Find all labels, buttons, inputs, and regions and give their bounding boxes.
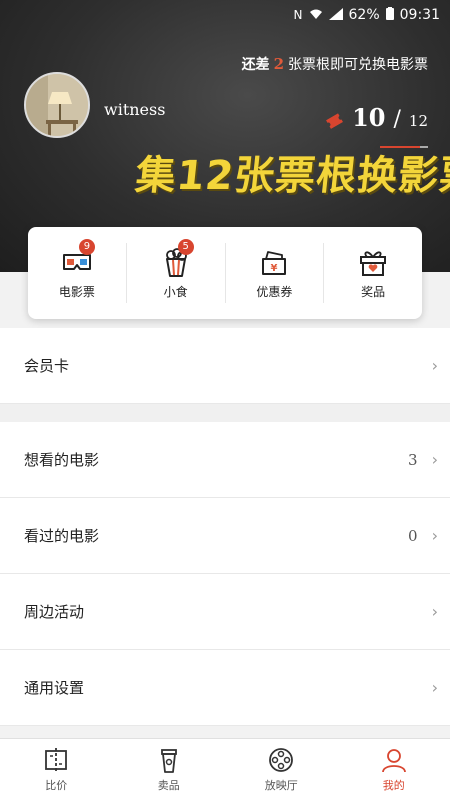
avatar[interactable] [24, 72, 90, 138]
gift-icon [357, 247, 389, 277]
remaining-stubs-text: 还差 2 张票根即可兑换电影票 [242, 54, 428, 74]
card-item-label: 奖品 [361, 284, 386, 299]
tab-label: 放映厅 [264, 779, 298, 792]
menu-item-label: 会员卡 [24, 357, 70, 375]
chevron-right-icon: › [431, 356, 438, 375]
card-item-coupons[interactable]: ¥ 优惠券 [226, 243, 325, 303]
menu-item-general-settings[interactable]: 通用设置 › [0, 650, 450, 726]
remain-count: 2 [273, 55, 284, 73]
section-divider [0, 404, 450, 422]
stub-total: 12 [408, 112, 428, 130]
menu-item-label: 通用设置 [24, 679, 85, 697]
chevron-right-icon: › [431, 602, 438, 621]
card-item-label: 小食 [163, 284, 188, 299]
tab-mine[interactable]: 我的 [338, 739, 450, 800]
promo-banner[interactable]: 集12张票根换影票 [133, 143, 450, 201]
card-item-prizes[interactable]: 奖品 [324, 243, 422, 303]
profile-icon [381, 749, 406, 773]
menu-item-want-to-watch[interactable]: 想看的电影 3 › [0, 422, 450, 498]
menu-item-label: 看过的电影 [24, 527, 100, 545]
remain-suffix: 张票根即可兑换电影票 [288, 57, 428, 73]
username[interactable]: witness [104, 100, 165, 119]
ticket-compare-icon [45, 748, 68, 772]
film-reel-icon [269, 748, 294, 772]
ticket-stub-icon [325, 112, 345, 133]
bottom-tab-bar: 比价 卖品 放映厅 我的 [0, 738, 450, 800]
svg-text:¥: ¥ [271, 263, 278, 274]
clock: 09:31 [399, 7, 440, 23]
tab-compare[interactable]: 比价 [0, 739, 113, 800]
remain-prefix: 还差 [241, 57, 270, 73]
chevron-right-icon: › [431, 526, 438, 545]
card-item-snacks[interactable]: 5 小食 [127, 239, 226, 303]
menu-item-label: 想看的电影 [24, 451, 100, 469]
watched-count: 0 [408, 526, 418, 545]
signal-icon [328, 7, 343, 23]
card-item-movie-tickets[interactable]: 9 电影票 [28, 239, 127, 303]
menu-item-label: 周边活动 [24, 603, 85, 621]
card-item-label: 优惠券 [256, 284, 293, 299]
chevron-right-icon: › [431, 678, 438, 697]
avatar-image [26, 74, 88, 136]
stub-progress: 10 / 12 [325, 103, 428, 133]
card-item-label: 电影票 [58, 284, 95, 299]
status-bar: N 62% 09:31 [0, 0, 450, 30]
tab-label: 比价 [45, 779, 68, 792]
cup-icon [160, 749, 177, 773]
want-count: 3 [408, 450, 418, 469]
stub-separator: / [393, 107, 401, 132]
battery-level: 62% [348, 7, 380, 23]
coupon-icon: ¥ [258, 247, 290, 277]
chevron-right-icon: › [431, 450, 438, 469]
menu-item-nearby-activities[interactable]: 周边活动 › [0, 574, 450, 650]
tab-screening-hall[interactable]: 放映厅 [225, 739, 338, 800]
snacks-badge: 5 [177, 239, 194, 255]
menu-list: 会员卡 › 想看的电影 3 › 看过的电影 0 › 周边活动 › 通用设置 › [0, 328, 450, 726]
nfc-icon: N [293, 8, 303, 22]
quick-access-card: 9 电影票 5 小食 ¥ 优惠券 奖品 [28, 227, 422, 319]
movie-tickets-badge: 9 [78, 239, 95, 255]
tab-label: 我的 [382, 779, 405, 792]
tab-label: 卖品 [157, 779, 180, 792]
battery-icon [385, 7, 394, 23]
menu-item-watched[interactable]: 看过的电影 0 › [0, 498, 450, 574]
menu-item-member-card[interactable]: 会员卡 › [0, 328, 450, 404]
wifi-icon [309, 8, 323, 23]
stub-count: 10 [352, 103, 386, 132]
tab-concessions[interactable]: 卖品 [113, 739, 226, 800]
